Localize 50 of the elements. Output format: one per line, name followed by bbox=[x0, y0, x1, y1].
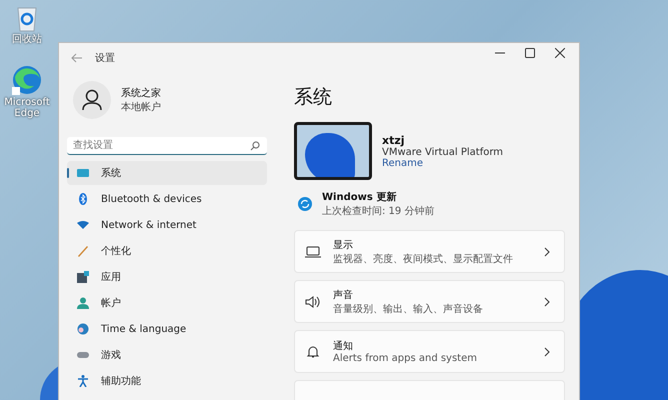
nav-item[interactable]: 系统 bbox=[67, 161, 267, 185]
card-description: 音量级别、输出、输入、声音设备 bbox=[333, 302, 484, 316]
speaker-icon bbox=[305, 294, 321, 308]
nav-item[interactable]: 帐户 bbox=[67, 291, 267, 315]
search-icon bbox=[250, 141, 260, 151]
maximize-icon[interactable] bbox=[525, 48, 535, 58]
account-type: 本地帐户 bbox=[121, 100, 161, 114]
nav-item[interactable]: Bluetooth & devices bbox=[67, 187, 267, 211]
close-icon[interactable] bbox=[555, 48, 565, 58]
nav-item[interactable]: 游戏 bbox=[67, 343, 267, 367]
settings-card[interactable]: 通知 Alerts from apps and system bbox=[294, 330, 565, 373]
account-icon bbox=[77, 297, 89, 309]
chevron-right-icon bbox=[544, 296, 550, 306]
system-icon bbox=[77, 167, 89, 179]
device-model: VMware Virtual Platform bbox=[382, 146, 504, 158]
bluetooth-icon bbox=[77, 193, 89, 205]
settings-card[interactable]: 显示 监视器、亮度、夜间模式、显示配置文件 bbox=[294, 230, 565, 273]
page-title: 系统 bbox=[294, 85, 333, 110]
nav-item[interactable]: Time & language bbox=[67, 317, 267, 341]
personalize-icon bbox=[77, 245, 89, 257]
card-title: 显示 bbox=[333, 238, 354, 252]
chevron-right-icon bbox=[544, 246, 550, 256]
rename-link[interactable]: Rename bbox=[382, 158, 504, 168]
nav-item[interactable]: 辅助功能 bbox=[67, 369, 267, 393]
time-icon bbox=[77, 323, 89, 335]
nav-item[interactable]: 个性化 bbox=[67, 239, 267, 263]
gaming-icon bbox=[77, 349, 89, 361]
card-description: 监视器、亮度、夜间模式、显示配置文件 bbox=[333, 252, 514, 266]
card-title: 通知 bbox=[333, 340, 354, 353]
window-title: 设置 bbox=[95, 52, 115, 65]
update-title: Windows 更新 bbox=[322, 190, 398, 204]
card-description: Alerts from apps and system bbox=[333, 353, 478, 364]
user-avatar-icon bbox=[73, 81, 111, 119]
update-status: 上次检查时间: 19 分钟前 bbox=[322, 204, 434, 218]
bell-icon bbox=[305, 344, 321, 358]
browser-icon[interactable] bbox=[12, 65, 42, 95]
settings-card[interactable]: 声音 音量级别、输出、输入、声音设备 bbox=[294, 280, 565, 323]
account-name: 系统之家 bbox=[121, 86, 161, 100]
card-title: 声音 bbox=[333, 288, 354, 302]
monitor-icon bbox=[305, 244, 321, 258]
chevron-right-icon bbox=[544, 346, 550, 356]
accessibility-icon bbox=[77, 375, 89, 387]
sync-icon bbox=[298, 197, 312, 211]
apps-icon bbox=[77, 271, 89, 283]
back-arrow-icon[interactable] bbox=[71, 53, 83, 63]
nav-item[interactable]: Network & internet bbox=[67, 213, 267, 237]
nav-item[interactable]: 应用 bbox=[67, 265, 267, 289]
search-field[interactable]: 查找设置 bbox=[67, 137, 267, 155]
device-name: xtzj bbox=[382, 134, 405, 146]
network-icon bbox=[77, 219, 89, 231]
